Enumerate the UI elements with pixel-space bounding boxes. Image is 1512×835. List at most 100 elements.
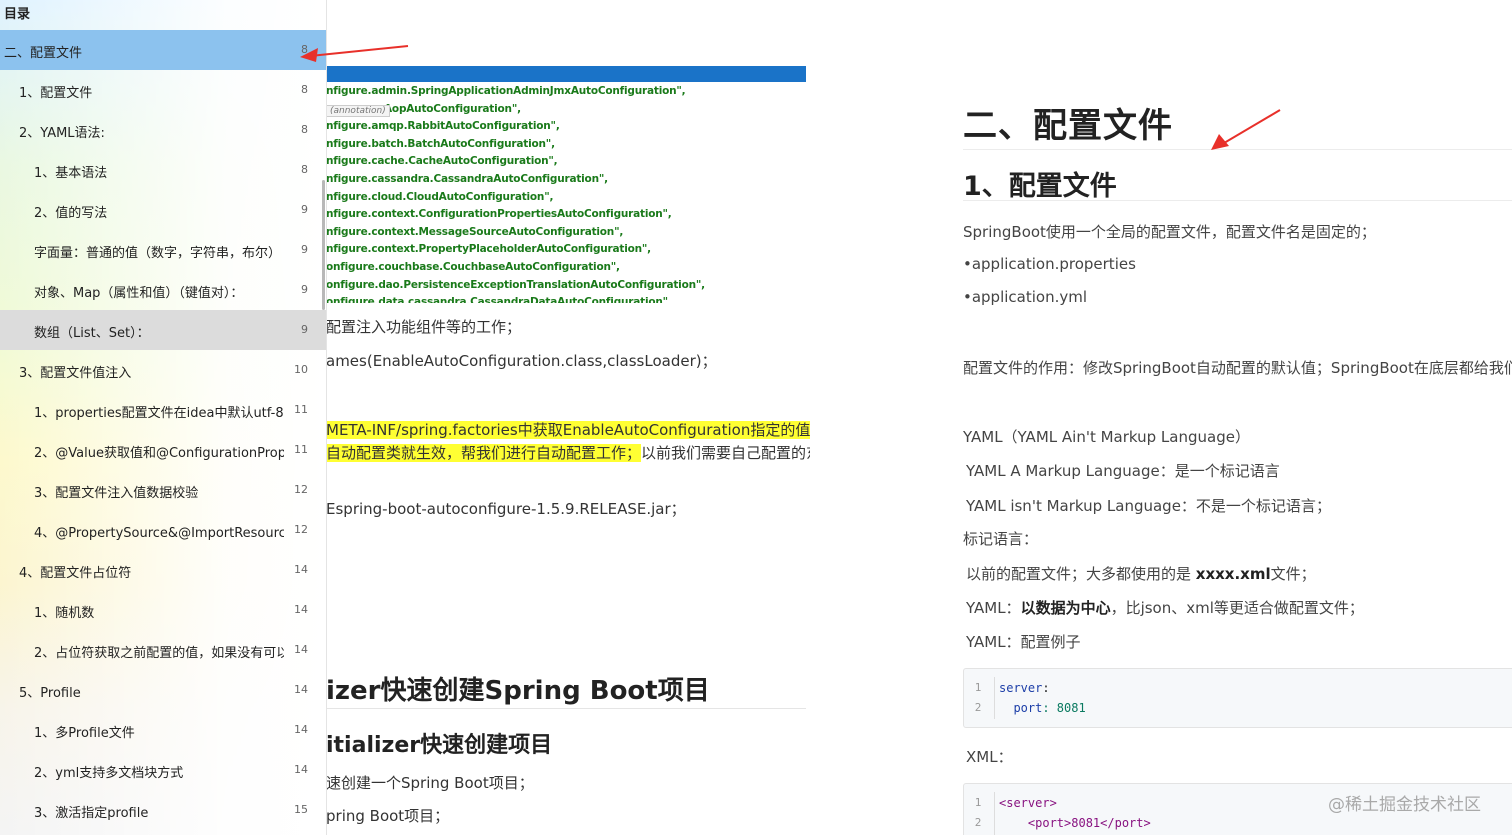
toc-item-label: 3、配置文件注入值数据校验 [34,486,199,501]
code-line: nfigure.amqp.RabbitAutoConfiguration", [326,120,560,133]
code-line: 2 <port>8081</port> [964,813,1512,833]
toc-item-page: 11 [294,403,308,416]
doc-paragraph: YAML：配置例子 [966,633,1081,651]
toc-item-page: 8 [301,123,308,136]
toc-item[interactable]: 1、多Profile文件 14 [0,710,326,750]
highlight-span: 自动配置类就生效，帮我们进行自动配置工作； [326,444,642,462]
code-line: nfigure.cloud.CloudAutoConfiguration", [326,190,554,203]
toc-item-page: 9 [301,323,308,336]
toc-item[interactable]: 2、占位符获取之前配置的值，如果没有可以 14 [0,630,326,670]
toc-item[interactable]: 3、配置文件注入值数据校验 12 [0,470,326,510]
mid-highlight-1: META-INF/spring.factories中获取EnableAutoCo… [326,419,810,440]
toc-item-page: 8 [301,163,308,176]
toc-scrollbar[interactable] [322,180,325,310]
doc-paragraph: XML： [966,748,1013,766]
doc-bullet: •application.properties [963,255,1136,273]
code-line: onfigure.couchbase.CouchbaseAutoConfigur… [326,260,620,273]
toc-item-page: 9 [301,243,308,256]
toc-item-page: 12 [294,523,308,536]
toc-item-label: 字面量：普通的值（数字，字符串，布尔） [34,246,282,261]
toc-item[interactable]: 1、配置文件 8 [0,70,326,110]
toc-item-page: 15 [294,803,308,816]
yaml-value: : [1042,681,1050,695]
code-line: nfigure.batch.BatchAutoConfiguration", [326,137,555,150]
toc-item-label: 1、基本语法 [34,166,108,181]
toc-item-label: 数组（List、Set）： [34,326,150,341]
toc-item[interactable]: 3、配置文件值注入 10 [0,350,326,390]
bold-span: xxxx.xml [1195,565,1271,583]
code-text: port: 8081 [999,698,1086,718]
toc-item-label: 5、Profile [19,686,81,701]
toc-item[interactable]: 2、值的写法 9 [0,190,326,230]
code-line: 1 server: [964,678,1512,698]
toc-title: 目录 [4,7,31,22]
line-number: 1 [974,796,982,809]
mid-text-4: Espring-boot-autoconfigure-1.5.9.RELEASE… [326,500,686,518]
toc-item-page: 12 [294,483,308,496]
toc-item-page: 8 [301,83,308,96]
doc-paragraph: YAML isn't Markup Language：不是一个标记语言； [966,497,1331,515]
toc-item[interactable]: 对象、Map（属性和值）（键值对）： 9 [0,270,326,310]
doc-paragraph: 以前的配置文件；大多都使用的是 xxxx.xml文件； [966,563,1316,584]
divider [326,708,806,709]
code-text: <server> [999,796,1057,810]
code-text: server: [999,678,1050,698]
doc-bullet: •application.yml [963,288,1088,306]
toc-item-label: 3、激活指定profile [34,806,149,821]
doc-heading-1: 二、配置文件 [963,106,1173,146]
toc-item[interactable]: 4、配置文件占位符 14 [0,550,326,590]
doc-paragraph: YAML A Markup Language：是一个标记语言 [966,462,1280,480]
toc-item-page: 14 [294,723,308,736]
toc-item-label: 2、@Value获取值和@ConfigurationPropert [34,446,284,461]
toc-item-page: 14 [294,603,308,616]
toc-item-page: 11 [294,443,308,456]
yaml-value: : 8081 [1042,701,1086,715]
toc-item[interactable]: 2、yml支持多文档块方式 14 [0,750,326,790]
toc-item-page: 9 [301,203,308,216]
toc-item-label: 4、配置文件占位符 [19,566,132,581]
mid-text-6: pring Boot项目； [326,807,450,825]
mid-heading-2: itializer快速创建项目 [326,733,553,758]
mid-text-5: 速创建一个Spring Boot项目； [326,774,534,792]
mid-highlight-2: 自动配置类就生效，帮我们进行自动配置工作；以前我们需要自己配置的东 [326,442,810,463]
toc-item[interactable]: 1、随机数 14 [0,590,326,630]
toc-item-label: 1、随机数 [34,606,95,621]
toc-item-page: 9 [301,283,308,296]
toc-item[interactable]: 5、Profile 14 [0,670,326,710]
mid-text-2: ames(EnableAutoConfiguration.class,class… [326,352,717,370]
text-span: ，比json、xml等更适合做配置文件； [1110,599,1364,617]
code-line: nfigure.context.MessageSourceAutoConfigu… [326,225,624,238]
toc-sidebar: 目录 二、配置文件 8 1、配置文件 8 2、YAML语法: 8 1、基本语法 8 2、值的写法… [0,0,327,835]
toc-item[interactable]: 4、@PropertySource&@ImportResource&@ 12 [0,510,326,550]
divider [963,149,1512,150]
toc-item-label: 2、YAML语法: [19,126,105,141]
toc-item-label: 3、配置文件值注入 [19,366,132,381]
toc-item[interactable]: 二、配置文件 8 [0,30,326,70]
bold-span: 以数据为中心 [1020,599,1111,617]
toc-item[interactable]: 2、@Value获取值和@ConfigurationPropert 11 [0,430,326,470]
yaml-key: port [999,701,1043,715]
toc-item-page: 14 [294,643,308,656]
code-line: nfigure.cache.CacheAutoConfiguration", [326,155,558,168]
mid-heading-1: izer快速创建Spring Boot项目 [326,676,710,706]
doc-paragraph: 配置文件的作用：修改SpringBoot自动配置的默认值；SpringBoot在… [963,359,1512,377]
text-span: 文件； [1270,565,1316,583]
toc-item-label: 二、配置文件 [4,46,83,61]
main-document: 二、配置文件 1、配置文件 SpringBoot使用一个全局的配置文件，配置文件… [810,0,1512,835]
toc-item-label: 1、多Profile文件 [34,726,135,741]
toc-item[interactable]: 1、基本语法 8 [0,150,326,190]
doc-paragraph: 标记语言： [963,530,1039,548]
text-span: YAML： [966,599,1021,617]
toc-item-label: 1、配置文件 [19,86,93,101]
line-number: 2 [974,701,982,714]
toc-item[interactable]: 2、YAML语法: 8 [0,110,326,150]
yaml-key: server [999,681,1043,695]
toc-item[interactable]: 3、激活指定profile 15 [0,790,326,830]
toc-item-page: 14 [294,683,308,696]
toc-item[interactable]: 1、properties配置文件在idea中默认utf-8可能 11 [0,390,326,430]
doc-paragraph: YAML（YAML Ain't Markup Language） [963,428,1250,446]
toc-item-label: 4、@PropertySource&@ImportResource&@ [34,526,284,541]
toc-item[interactable]: 字面量：普通的值（数字，字符串，布尔） 9 [0,230,326,270]
text-span: 以前的配置文件；大多都使用的是 [966,565,1196,583]
toc-item[interactable]: 数组（List、Set）： 9 [0,310,326,350]
